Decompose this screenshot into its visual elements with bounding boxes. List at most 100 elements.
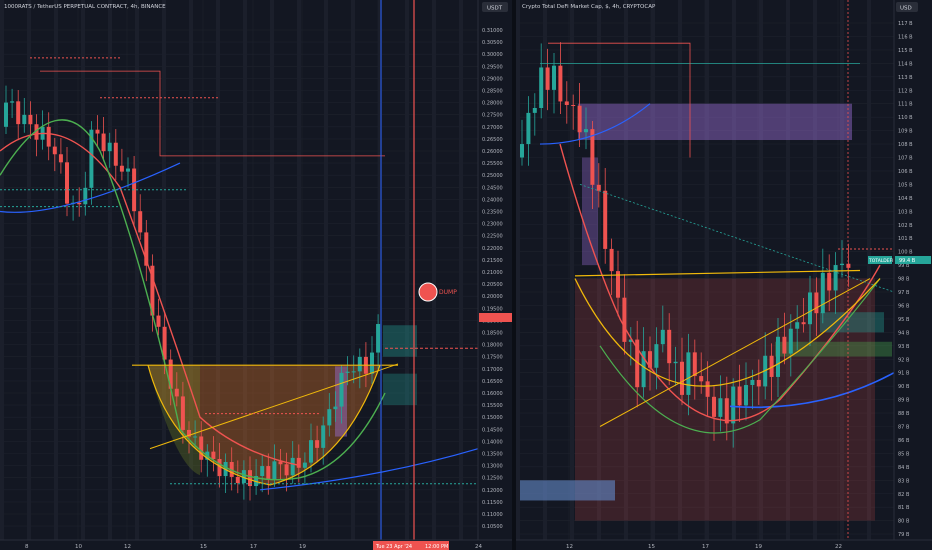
candle[interactable] xyxy=(65,162,69,204)
candle[interactable] xyxy=(138,211,143,233)
left-chart-panel[interactable]: DUMP 1000RATS / TetherUS PERPETUAL CONTR… xyxy=(0,0,479,540)
candle[interactable] xyxy=(532,107,537,113)
candle[interactable] xyxy=(584,129,588,133)
candle[interactable] xyxy=(357,356,362,372)
candle[interactable] xyxy=(539,67,544,108)
candle[interactable] xyxy=(686,352,691,395)
candle[interactable] xyxy=(571,104,576,106)
candle[interactable] xyxy=(290,457,295,476)
candle[interactable] xyxy=(296,457,301,468)
candle[interactable] xyxy=(756,379,761,387)
candle[interactable] xyxy=(558,65,563,102)
candle[interactable] xyxy=(776,336,780,377)
candle[interactable] xyxy=(820,272,825,314)
candle[interactable] xyxy=(590,129,595,185)
candle[interactable] xyxy=(712,396,716,417)
candle[interactable] xyxy=(266,466,271,480)
candle[interactable] xyxy=(22,114,27,125)
right-time-axis[interactable]: 12 15 17 19 22 xyxy=(516,539,932,550)
candle[interactable] xyxy=(660,329,665,345)
chart-stage[interactable]: DUMP 1000RATS / TetherUS PERPETUAL CONTR… xyxy=(0,0,932,550)
candle[interactable] xyxy=(673,361,678,364)
candle[interactable] xyxy=(211,451,216,460)
left-price-tick: 0.10500 xyxy=(482,524,503,530)
candle[interactable] xyxy=(180,396,185,430)
candle[interactable] xyxy=(193,436,198,438)
candle[interactable] xyxy=(526,112,531,145)
right-price-tick: 90 B xyxy=(898,384,910,390)
candle[interactable] xyxy=(737,386,742,406)
candle[interactable] xyxy=(795,322,800,329)
candle[interactable] xyxy=(321,425,326,448)
candle[interactable] xyxy=(788,328,793,354)
left-price-axis[interactable]: USDT 0.31000 0.30500 0.30000 0.29500 0.29000… xyxy=(477,0,512,540)
candle[interactable] xyxy=(339,372,344,407)
candle[interactable] xyxy=(370,352,374,374)
candle[interactable] xyxy=(667,329,672,364)
candle[interactable] xyxy=(654,344,659,368)
candle[interactable] xyxy=(731,386,736,424)
candle[interactable] xyxy=(302,462,307,468)
candle[interactable] xyxy=(705,381,710,397)
candle[interactable] xyxy=(564,101,569,105)
candle[interactable] xyxy=(750,379,755,386)
candle[interactable] xyxy=(596,184,601,191)
candle[interactable] xyxy=(801,322,806,325)
candle[interactable] xyxy=(833,265,838,291)
right-price-axis[interactable]: USD 117 B 116 B 115 B 114 B 113 B 112 B 111 B 1… xyxy=(893,0,932,540)
candle[interactable] xyxy=(119,165,124,172)
candle[interactable] xyxy=(814,292,819,314)
candle[interactable] xyxy=(235,476,240,484)
candle[interactable] xyxy=(199,436,204,460)
candle[interactable] xyxy=(156,315,161,327)
candle[interactable] xyxy=(260,466,265,477)
candle[interactable] xyxy=(83,187,88,205)
candle[interactable] xyxy=(603,190,608,249)
candle[interactable] xyxy=(126,168,130,172)
candle[interactable] xyxy=(101,133,106,152)
candle[interactable] xyxy=(840,263,844,266)
candle[interactable] xyxy=(333,406,338,410)
candle[interactable] xyxy=(609,248,614,272)
candle[interactable] xyxy=(10,101,15,103)
candle[interactable] xyxy=(16,101,21,125)
left-time-axis[interactable]: 810121517192224 Tue 23 Apr '24 12:00 PM xyxy=(0,539,512,550)
candle[interactable] xyxy=(315,440,320,448)
candle[interactable] xyxy=(577,105,582,133)
candle[interactable] xyxy=(77,202,82,205)
left-price-tick: 0.19500 xyxy=(482,306,503,312)
right-chart-panel[interactable]: Crypto Total DeFi Market Cap, $, 4h, CRY… xyxy=(516,0,895,540)
candle[interactable] xyxy=(174,388,179,397)
candle[interactable] xyxy=(846,263,851,268)
candle[interactable] xyxy=(351,371,356,373)
candle[interactable] xyxy=(272,461,277,480)
candle[interactable] xyxy=(545,67,550,90)
candle[interactable] xyxy=(46,126,51,147)
candle[interactable] xyxy=(28,114,33,125)
candle[interactable] xyxy=(808,292,812,325)
candle[interactable] xyxy=(622,297,627,342)
left-crosshair-date: Tue 23 Apr '24 xyxy=(375,544,412,550)
candle[interactable] xyxy=(692,352,697,377)
candle[interactable] xyxy=(345,371,350,373)
candle[interactable] xyxy=(52,146,57,155)
candle[interactable] xyxy=(58,154,63,163)
candle[interactable] xyxy=(724,398,729,424)
candle[interactable] xyxy=(4,102,8,127)
candle[interactable] xyxy=(782,336,787,354)
candle[interactable] xyxy=(107,142,112,152)
candle[interactable] xyxy=(718,398,723,417)
candle[interactable] xyxy=(827,272,832,291)
candle[interactable] xyxy=(113,142,118,166)
candle[interactable] xyxy=(552,65,556,90)
left-price-tick: 0.30000 xyxy=(482,52,503,58)
candle[interactable] xyxy=(309,440,313,463)
candle[interactable] xyxy=(327,409,332,426)
candle[interactable] xyxy=(699,376,704,382)
candle[interactable] xyxy=(284,464,289,476)
candle[interactable] xyxy=(680,361,684,395)
candle[interactable] xyxy=(744,385,748,406)
candle[interactable] xyxy=(95,129,100,134)
candle[interactable] xyxy=(520,144,524,158)
candle[interactable] xyxy=(376,324,381,353)
